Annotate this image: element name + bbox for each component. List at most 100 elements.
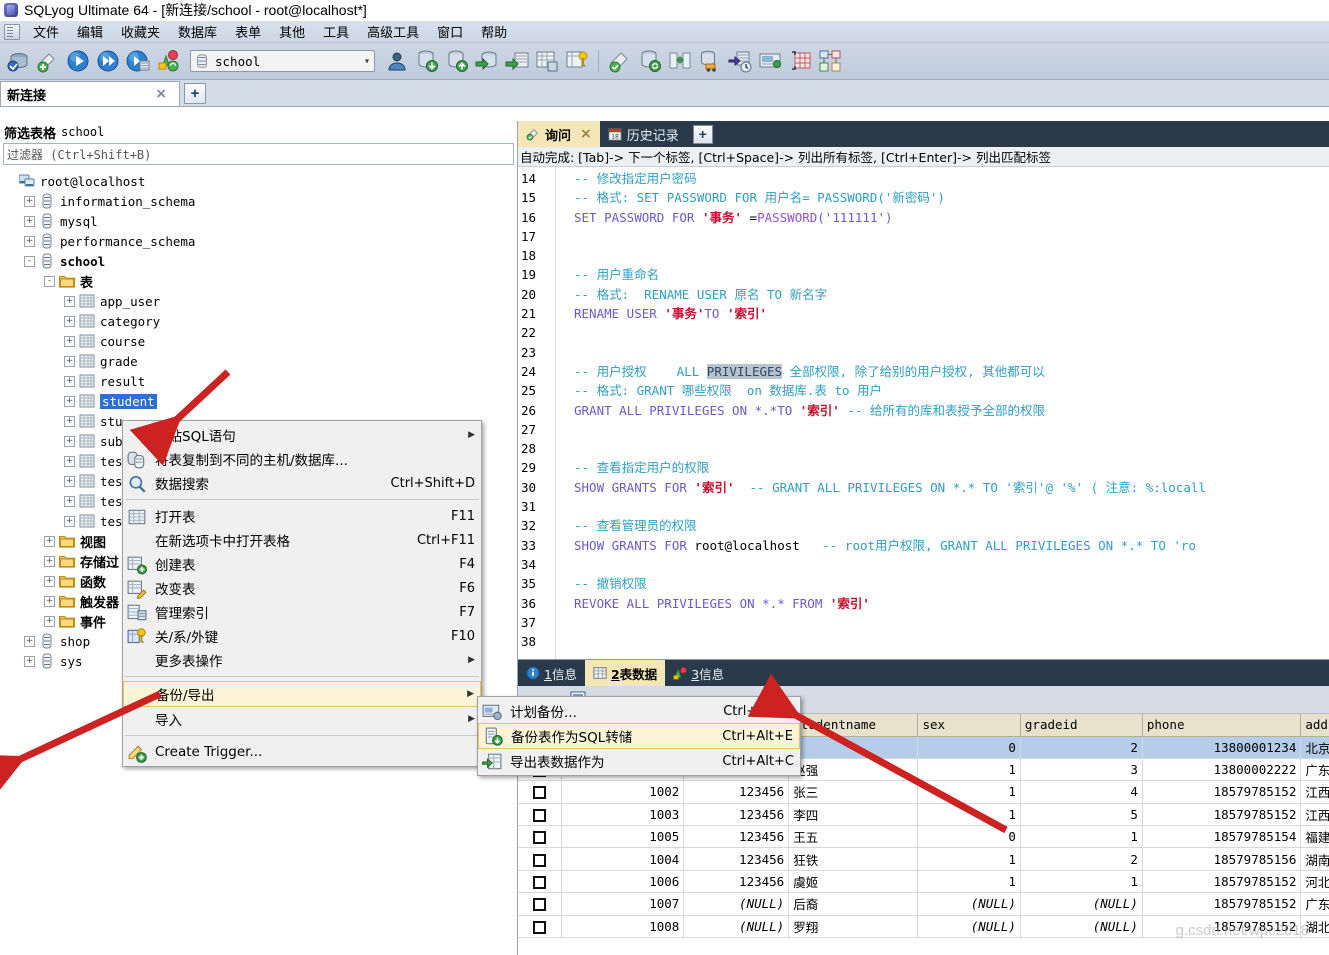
cell-phone[interactable]: 18579785152 bbox=[1142, 870, 1302, 894]
tab-messages-3[interactable]: 3信息 bbox=[665, 660, 732, 686]
grid-view-icon[interactable] bbox=[786, 46, 814, 76]
table-context-menu[interactable]: 粘贴SQL语句 ▶ 将表复制到不同的主机/数据库... 数据搜索 Ctrl+Shift+… bbox=[122, 420, 482, 767]
cell-sex[interactable]: 1 bbox=[917, 780, 1021, 804]
sql-code-area[interactable]: -- 修改指定用户密码 -- 格式: SET PASSWORD FOR 用户名= … bbox=[556, 167, 1329, 659]
menu-item-[interactable]: 更多表操作 ▶ bbox=[123, 648, 481, 672]
cell-phone[interactable]: 18579785152 bbox=[1142, 892, 1302, 916]
table-row[interactable]: 1006123456虞姬1118579785152河北保定2 bbox=[518, 870, 1329, 894]
code-line[interactable] bbox=[574, 439, 1329, 458]
tab-query[interactable]: 询问 × bbox=[518, 121, 600, 147]
sql-editor[interactable]: 14 15 16 17 18 19 20 21 22 23 24 25 26 27 28 29 30 31 32 33… bbox=[518, 167, 1329, 659]
code-line[interactable] bbox=[574, 227, 1329, 246]
cell-sex[interactable]: 0 bbox=[917, 825, 1021, 849]
expand-icon[interactable]: + bbox=[24, 215, 35, 227]
code-line[interactable]: -- 查看管理员的权限 bbox=[574, 516, 1329, 535]
menu-item-[interactable]: 创建表 F4 bbox=[123, 552, 481, 576]
menu-item-form[interactable]: 表单 bbox=[226, 20, 270, 43]
cell-gradeid[interactable]: 2 bbox=[1020, 847, 1143, 871]
cell-gradeid[interactable]: 2 bbox=[1020, 736, 1143, 759]
cell-loginpwd[interactable]: 123456 bbox=[683, 825, 790, 849]
expand-icon[interactable]: + bbox=[64, 515, 75, 527]
import-db-icon[interactable] bbox=[413, 46, 441, 76]
scheduled-backup-icon[interactable] bbox=[726, 46, 754, 76]
expand-icon[interactable]: + bbox=[64, 475, 75, 487]
expand-icon[interactable]: + bbox=[24, 655, 35, 667]
table-row[interactable]: 1007(NULL)后裔(NULL)(NULL)18579785152广东汕头( bbox=[518, 892, 1329, 916]
tree-item-category[interactable]: + category bbox=[2, 311, 517, 331]
menu-item-[interactable]: 导入 ▶ bbox=[123, 707, 481, 731]
schema-compare-icon[interactable] bbox=[666, 46, 694, 76]
cell-address[interactable]: 福建厦门 bbox=[1300, 825, 1329, 849]
code-line[interactable]: REVOKE ALL PRIVILEGES ON *.* FROM '索引' bbox=[574, 594, 1329, 613]
notifications-icon[interactable] bbox=[756, 46, 784, 76]
cell-gradeid[interactable]: 1 bbox=[1020, 870, 1143, 894]
row-checkbox-cell[interactable] bbox=[518, 803, 563, 827]
cell-loginpwd[interactable]: 123456 bbox=[683, 780, 790, 804]
menu-item-advanced-tools[interactable]: 高级工具 bbox=[358, 20, 428, 43]
code-line[interactable] bbox=[574, 555, 1329, 574]
cell-studentname[interactable]: 后裔 bbox=[788, 892, 919, 916]
tree-item-[interactable]: -表 bbox=[2, 271, 517, 291]
row-checkbox-cell[interactable] bbox=[518, 780, 563, 804]
sync-db-icon[interactable] bbox=[636, 46, 664, 76]
expand-icon[interactable]: + bbox=[44, 555, 55, 567]
tree-item-grade[interactable]: + grade bbox=[2, 351, 517, 371]
code-line[interactable]: -- 查看指定用户的权限 bbox=[574, 458, 1329, 477]
cell-studentno[interactable]: 1006 bbox=[561, 870, 685, 894]
expand-icon[interactable]: + bbox=[64, 315, 75, 327]
collapse-icon[interactable]: - bbox=[24, 255, 35, 267]
cell-studentno[interactable]: 1007 bbox=[561, 892, 685, 916]
expand-icon[interactable]: + bbox=[64, 395, 75, 407]
code-line[interactable]: -- 用户重命名 bbox=[574, 265, 1329, 284]
expand-icon[interactable]: + bbox=[44, 575, 55, 587]
code-line[interactable]: RENAME USER '事务'TO '索引' bbox=[574, 304, 1329, 323]
close-icon[interactable]: × bbox=[149, 86, 173, 102]
table-row[interactable]: 1005123456王五0118579785154福建厦门2 bbox=[518, 825, 1329, 849]
tree-item-course[interactable]: + course bbox=[2, 331, 517, 351]
code-line[interactable]: SHOW GRANTS FOR root@localhost -- root用户… bbox=[574, 536, 1329, 555]
cell-sex[interactable]: 0 bbox=[917, 736, 1021, 759]
column-header-sex[interactable]: sex bbox=[917, 714, 1021, 737]
execute-all-icon[interactable] bbox=[94, 46, 122, 76]
foreign-key-icon[interactable] bbox=[563, 46, 591, 76]
menu-item-[interactable]: 数据搜索 Ctrl+Shift+D bbox=[123, 471, 481, 495]
cell-sex[interactable]: (NULL) bbox=[917, 892, 1021, 916]
tree-item-rootlocalhost[interactable]: root@localhost bbox=[2, 171, 517, 191]
cell-gradeid[interactable]: 1 bbox=[1020, 825, 1143, 849]
menu-item-edit[interactable]: 编辑 bbox=[68, 20, 112, 43]
refresh-objects-icon[interactable] bbox=[154, 46, 182, 76]
menu-item-sql[interactable]: 备份表作为SQL转储 Ctrl+Alt+E bbox=[478, 723, 800, 749]
cell-gradeid[interactable]: 5 bbox=[1020, 803, 1143, 827]
expand-icon[interactable]: + bbox=[64, 455, 75, 467]
cell-phone[interactable]: 18579785152 bbox=[1142, 803, 1302, 827]
tab-messages-1[interactable]: 1信息 bbox=[518, 660, 585, 686]
code-line[interactable] bbox=[574, 613, 1329, 632]
code-line[interactable]: -- 修改指定用户密码 bbox=[574, 169, 1329, 188]
cell-studentno[interactable]: 1008 bbox=[561, 915, 685, 939]
cell-studentname[interactable]: 狂铁 bbox=[788, 847, 919, 871]
menu-item-file[interactable]: 文件 bbox=[24, 20, 68, 43]
menu-item-[interactable]: 备份/导出 ▶ bbox=[123, 681, 481, 707]
code-line[interactable] bbox=[574, 497, 1329, 516]
expand-icon[interactable]: + bbox=[64, 375, 75, 387]
cell-studentname[interactable]: 李四 bbox=[788, 803, 919, 827]
expand-icon[interactable]: + bbox=[24, 235, 35, 247]
column-header-gradeid[interactable]: gradeid bbox=[1020, 714, 1143, 737]
code-line[interactable]: SHOW GRANTS FOR '索引' -- GRANT ALL PRIVIL… bbox=[574, 478, 1329, 497]
expand-icon[interactable]: + bbox=[64, 495, 75, 507]
code-line[interactable] bbox=[574, 323, 1329, 342]
menu-item-other[interactable]: 其他 bbox=[270, 20, 314, 43]
menu-item-favorites[interactable]: 收藏夹 bbox=[112, 20, 169, 43]
cell-studentname[interactable]: 王五 bbox=[788, 825, 919, 849]
row-checkbox[interactable] bbox=[533, 808, 547, 822]
code-line[interactable] bbox=[574, 343, 1329, 362]
expand-icon[interactable]: + bbox=[64, 435, 75, 447]
code-line[interactable] bbox=[574, 246, 1329, 265]
cell-gradeid[interactable]: (NULL) bbox=[1020, 892, 1143, 916]
cell-gradeid[interactable]: 3 bbox=[1020, 758, 1143, 782]
column-header-address[interactable]: address bbox=[1300, 714, 1329, 737]
menu-item-database[interactable]: 数据库 bbox=[169, 20, 226, 43]
menu-item-window[interactable]: 窗口 bbox=[428, 20, 472, 43]
cell-studentname[interactable]: 虞姬 bbox=[788, 870, 919, 894]
tree-item-performance_schema[interactable]: + performance_schema bbox=[2, 231, 517, 251]
